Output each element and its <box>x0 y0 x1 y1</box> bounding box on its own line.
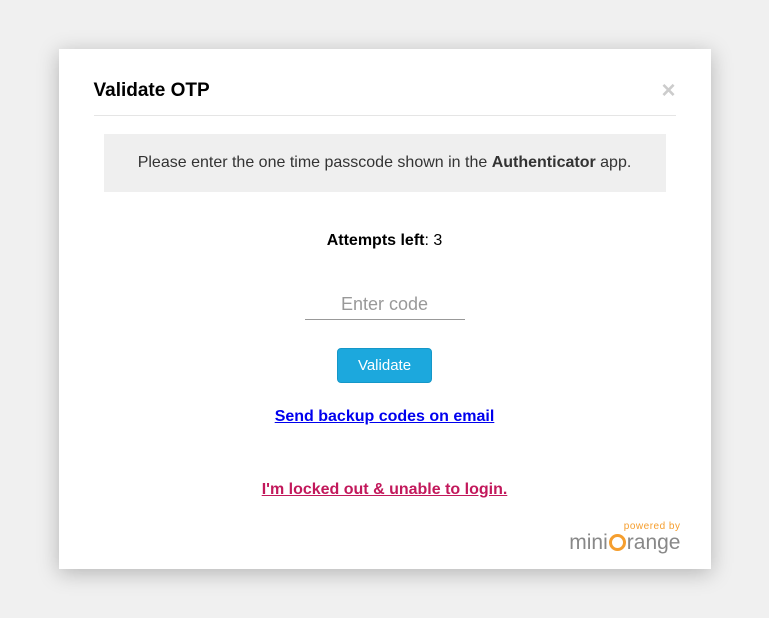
locked-out-link[interactable]: I'm locked out & unable to login. <box>94 481 676 499</box>
brand-logo: mini range <box>569 532 680 553</box>
close-icon[interactable]: × <box>661 79 675 103</box>
brand-part1: mini <box>569 531 608 554</box>
otp-modal: Validate OTP × Please enter the one time… <box>59 49 711 569</box>
instruction-bold: Authenticator <box>492 154 596 171</box>
validate-button[interactable]: Validate <box>337 348 432 383</box>
orange-circle-icon <box>609 534 626 551</box>
otp-code-input[interactable] <box>305 290 465 320</box>
attempts-label: Attempts left <box>327 232 425 249</box>
attempts-text: Attempts left: 3 <box>94 232 676 250</box>
instruction-prefix: Please enter the one time passcode shown… <box>138 154 492 171</box>
instruction-suffix: app. <box>596 154 632 171</box>
brand-part2: range <box>627 531 681 554</box>
instruction-banner: Please enter the one time passcode shown… <box>104 134 666 192</box>
powered-by-footer: powered by minirange <box>569 522 680 553</box>
send-backup-codes-link[interactable]: Send backup codes on email <box>94 408 676 426</box>
attempts-value: 3 <box>433 232 442 249</box>
modal-header: Validate OTP × <box>94 79 676 116</box>
code-input-wrap <box>94 290 676 320</box>
modal-title: Validate OTP <box>94 80 210 102</box>
